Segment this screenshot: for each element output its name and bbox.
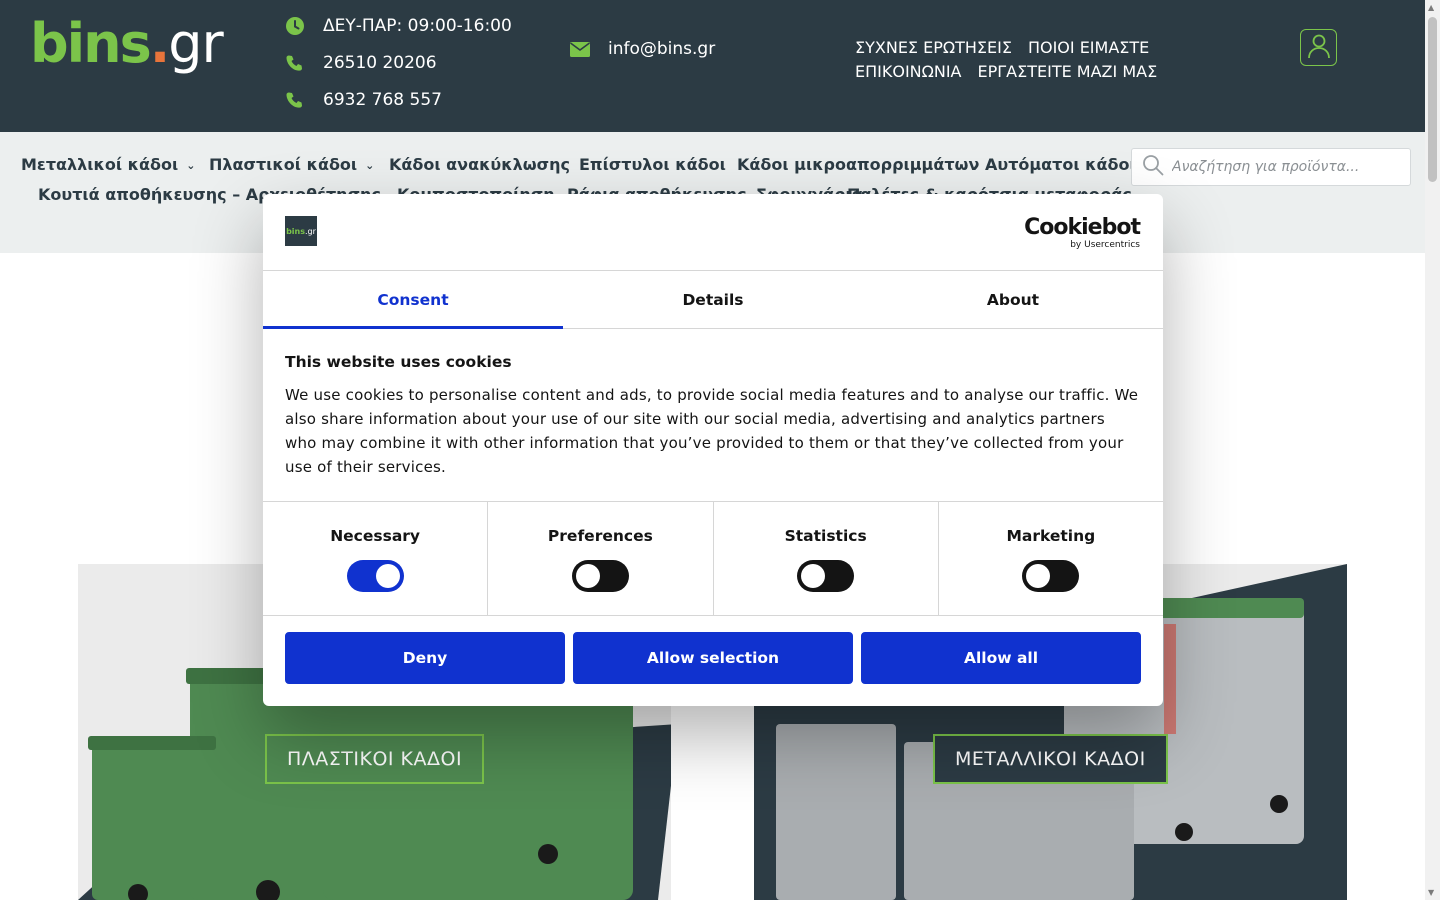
scroll-down-arrow-icon[interactable]: ▼ — [1428, 888, 1434, 897]
toggle-knob — [1026, 564, 1051, 588]
consent-title: This website uses cookies — [285, 353, 512, 371]
tab-consent[interactable]: Consent — [263, 271, 563, 329]
category-preferences: Preferences — [488, 502, 714, 615]
allow-selection-button[interactable]: Allow selection — [573, 632, 853, 684]
scroll-up-arrow-icon[interactable]: ▲ — [1428, 3, 1434, 12]
toggle-knob — [575, 564, 600, 588]
statistics-toggle[interactable] — [797, 560, 855, 592]
consent-buttons: Deny Allow selection Allow all — [263, 616, 1163, 700]
consent-categories: Necessary Preferences Statistics Marketi… — [263, 502, 1163, 616]
tab-about[interactable]: About — [863, 271, 1163, 328]
toggle-knob — [375, 564, 400, 588]
category-label: Necessary — [330, 527, 421, 545]
category-label: Marketing — [1006, 527, 1096, 545]
cookiebot-brand: Cookiebot — [1024, 215, 1141, 240]
logo-small-suffix: .gr — [305, 226, 316, 236]
deny-button[interactable]: Deny — [285, 632, 565, 684]
category-necessary: Necessary — [263, 502, 489, 615]
dialog-tabs: Consent Details About — [263, 271, 1163, 329]
preferences-toggle[interactable] — [571, 560, 629, 592]
necessary-toggle[interactable] — [346, 560, 404, 592]
logo-small-text: bins — [286, 226, 305, 236]
consent-body: This website uses cookies We use cookies… — [263, 329, 1163, 502]
cookie-consent-dialog: bins .gr Cookiebot by Usercentrics Consen… — [263, 194, 1163, 706]
tab-details[interactable]: Details — [563, 271, 863, 328]
consent-text: We use cookies to personalise content an… — [285, 386, 1139, 476]
toggle-knob — [801, 564, 826, 588]
allow-all-button[interactable]: Allow all — [861, 632, 1141, 684]
marketing-toggle[interactable] — [1022, 560, 1080, 592]
site-logo-small: bins .gr — [285, 216, 317, 246]
cookiebot-logo[interactable]: Cookiebot by Usercentrics — [1024, 215, 1141, 251]
page-scrollbar[interactable]: ▲ ▼ — [1425, 0, 1440, 900]
cookiebot-byline: by Usercentrics — [1070, 240, 1140, 250]
dialog-header: bins .gr Cookiebot by Usercentrics — [263, 194, 1163, 271]
category-label: Preferences — [547, 527, 653, 545]
category-statistics: Statistics — [714, 502, 939, 615]
category-marketing: Marketing — [939, 502, 1163, 615]
scrollbar-thumb[interactable] — [1428, 17, 1437, 182]
category-label: Statistics — [784, 527, 867, 545]
